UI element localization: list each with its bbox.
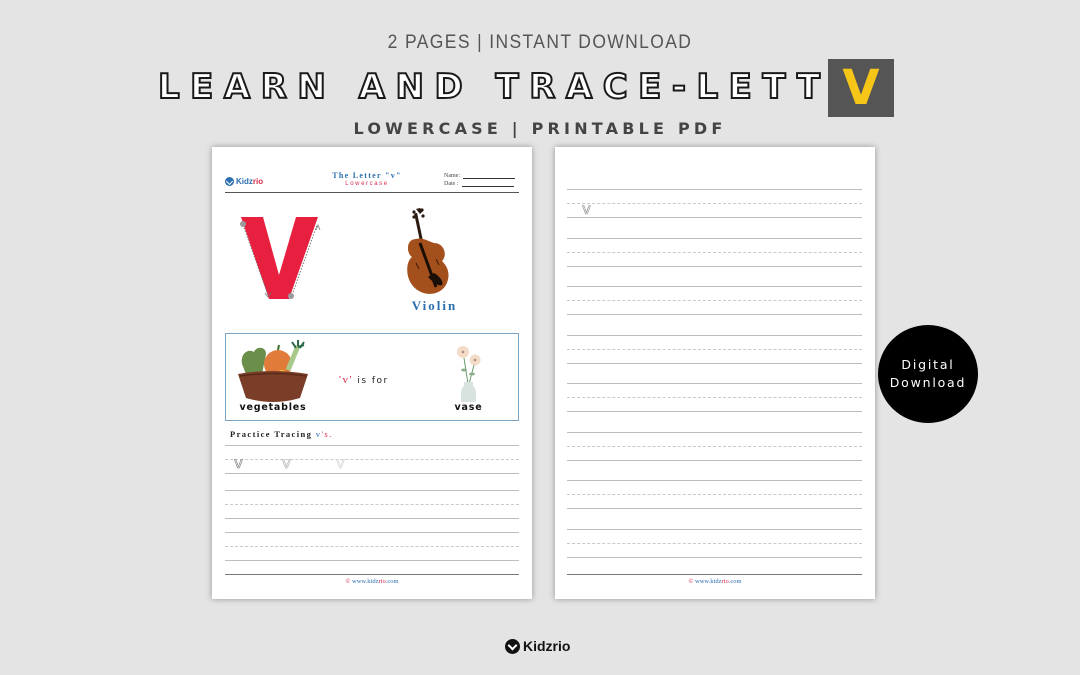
rule-top	[567, 431, 862, 433]
rule-base	[567, 459, 862, 461]
rule-mid	[567, 348, 862, 350]
date-field: Date :	[444, 181, 514, 187]
worksheet-page-1: Kidz rio The Letter "v" Lowercase Name: D…	[212, 147, 532, 599]
badge-line-2: Download	[889, 375, 967, 390]
footer-url-part: .com	[385, 578, 399, 585]
footer-url-part: www.kidz	[350, 578, 379, 585]
rule-top	[225, 490, 519, 491]
rule-base	[567, 411, 862, 412]
rule-top	[567, 334, 862, 336]
header-divider	[225, 192, 519, 193]
is-for-letter: 'v'	[339, 374, 353, 386]
rule-top	[567, 237, 862, 239]
rule-base	[567, 217, 862, 218]
page-logo: Kidz rio	[225, 177, 263, 186]
vegetables-basket-icon	[238, 340, 308, 402]
kidzrio-logo-icon	[505, 638, 520, 654]
title-letter-badge: V	[828, 59, 894, 117]
brand-logo: Kidzrio	[505, 638, 570, 654]
rule-top	[225, 445, 519, 446]
rule-mid	[225, 459, 519, 460]
rule-bottom	[567, 574, 862, 575]
violin-icon	[407, 208, 449, 294]
logo-text-rio: rio	[252, 177, 264, 186]
rule-bottom	[225, 574, 519, 575]
is-for-text: 'v' is for	[339, 374, 389, 386]
rule-mid	[225, 546, 519, 547]
is-for-label: is for	[352, 376, 389, 386]
vase-icon	[457, 346, 481, 402]
rule-base	[225, 518, 519, 519]
footer-url-part: rio	[721, 578, 729, 585]
rule-top	[567, 480, 862, 481]
rule-mid	[567, 251, 862, 253]
worksheet-subtitle: Lowercase	[345, 181, 389, 187]
trace-letter: v	[582, 200, 591, 218]
rule-base	[567, 314, 862, 315]
digital-download-badge: Digital Download	[878, 325, 978, 423]
subtitle-top: 2 PAGES | INSTANT DOWNLOAD	[387, 32, 693, 53]
badge-line-1: Digital	[901, 357, 955, 372]
worksheet-page-2: v © www.kidzrio.com	[555, 147, 875, 599]
practice-heading: Practice Tracing v's.	[230, 429, 333, 439]
main-title: LEARN AND TRACE-LETTER	[157, 66, 901, 108]
rule-top	[567, 383, 862, 384]
rule-base	[567, 265, 862, 267]
name-field: Name:	[444, 173, 515, 179]
footer-url: © www.kidzrio.com	[555, 578, 875, 585]
left-example-label: vegetables	[239, 402, 307, 413]
date-blank	[461, 181, 514, 187]
rule-mid	[567, 445, 862, 447]
example-box: vegetables 'v' is for vase	[225, 333, 519, 421]
logo-text-kidz: Kidz	[236, 177, 253, 186]
rule-mid	[567, 397, 862, 398]
footer-url: © www.kidzrio.com	[212, 578, 532, 585]
footer-url-part: www.kidz	[693, 578, 722, 585]
worksheet-title: The Letter "v"	[332, 171, 402, 180]
rule-base	[567, 508, 862, 509]
rule-mid	[567, 300, 862, 301]
rule-top	[567, 189, 862, 190]
practice-suffix: 's.	[321, 429, 333, 439]
object-label: Violin	[411, 298, 458, 313]
rule-base	[225, 560, 519, 561]
date-label: Date :	[444, 181, 459, 187]
brand-name: Kidzrio	[523, 638, 571, 654]
rule-mid	[567, 494, 862, 495]
trace-letter: v	[282, 454, 291, 472]
subtitle-bottom: LOWERCASE | PRINTABLE PDF	[353, 119, 727, 138]
rule-mid	[567, 203, 862, 204]
rule-base	[567, 362, 862, 364]
rule-top	[567, 286, 862, 287]
rule-base	[567, 556, 862, 558]
rule-mid	[567, 542, 862, 544]
kidzrio-logo-icon	[225, 177, 234, 186]
trace-letter: v	[234, 454, 243, 472]
rule-base	[225, 473, 519, 474]
practice-prefix: Practice Tracing	[230, 429, 316, 439]
name-blank	[463, 173, 515, 179]
rule-top	[567, 528, 862, 530]
rule-mid	[225, 504, 519, 505]
right-example-label: vase	[454, 402, 483, 413]
footer-url-part: rio	[378, 578, 386, 585]
trace-letter: v	[336, 454, 345, 472]
rule-top	[225, 532, 519, 533]
footer-url-part: .com	[728, 578, 742, 585]
big-letter-v-icon	[240, 217, 321, 299]
name-label: Name:	[444, 173, 460, 179]
